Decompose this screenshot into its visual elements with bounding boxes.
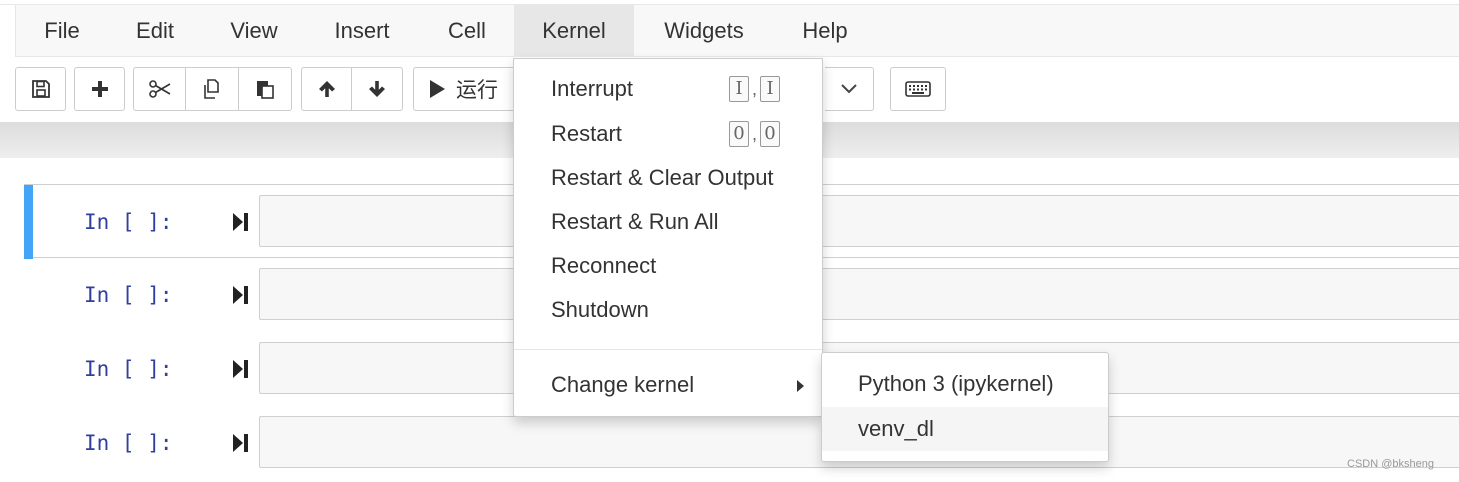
play-icon bbox=[430, 80, 445, 98]
cell-prompt: In [ ]: bbox=[84, 210, 173, 234]
menu-cell[interactable]: Cell bbox=[420, 5, 514, 57]
menu-item-restart[interactable]: Restart 0,0 bbox=[514, 112, 822, 156]
menu-item-label: Restart bbox=[551, 121, 622, 146]
menu-edit[interactable]: Edit bbox=[112, 5, 198, 57]
key-cap: 0 bbox=[729, 121, 749, 147]
code-cell[interactable]: In [ ]: bbox=[24, 406, 1459, 480]
cell-prompt: In [ ]: bbox=[84, 431, 173, 455]
shortcut-separator: , bbox=[752, 124, 758, 144]
menu-item-label: Interrupt bbox=[551, 76, 633, 101]
menu-insert[interactable]: Insert bbox=[312, 5, 412, 57]
add-group bbox=[74, 67, 125, 111]
paste-icon bbox=[257, 81, 274, 99]
shortcut-hint: I,I bbox=[729, 67, 781, 111]
save-button[interactable] bbox=[15, 67, 66, 111]
copy-icon bbox=[204, 79, 219, 99]
run-cell-icon[interactable] bbox=[231, 358, 251, 380]
shortcut-separator: , bbox=[752, 79, 758, 99]
plus-icon bbox=[91, 81, 108, 97]
run-cell-icon[interactable] bbox=[231, 432, 251, 454]
change-kernel-submenu: Python 3 (ipykernel) venv_dl bbox=[821, 352, 1109, 462]
kernel-option-venv-dl[interactable]: venv_dl bbox=[822, 407, 1108, 451]
menu-file[interactable]: File bbox=[18, 5, 106, 57]
move-down-button[interactable] bbox=[352, 67, 403, 111]
caret-right-icon bbox=[797, 380, 804, 392]
menu-item-shutdown[interactable]: Shutdown bbox=[514, 288, 822, 332]
menu-widgets[interactable]: Widgets bbox=[646, 5, 762, 57]
cell-type-dropdown[interactable] bbox=[825, 67, 874, 111]
menu-item-change-kernel[interactable]: Change kernel bbox=[514, 363, 822, 407]
insert-cell-button[interactable] bbox=[74, 67, 125, 111]
paste-button[interactable] bbox=[239, 67, 292, 111]
cell-prompt: In [ ]: bbox=[84, 283, 173, 307]
selected-cell-indicator bbox=[24, 185, 33, 259]
menu-kernel[interactable]: Kernel bbox=[514, 5, 634, 57]
cell-input[interactable] bbox=[259, 268, 1459, 320]
floppy-disk-icon bbox=[31, 80, 50, 98]
keyboard-icon bbox=[905, 81, 931, 97]
menu-item-restart-run-all[interactable]: Restart & Run All bbox=[514, 200, 822, 244]
key-cap: I bbox=[760, 76, 781, 102]
edit-group bbox=[133, 67, 292, 111]
chevron-down-icon bbox=[841, 84, 857, 94]
move-group bbox=[301, 67, 403, 111]
shortcut-hint: 0,0 bbox=[729, 112, 781, 156]
move-up-button[interactable] bbox=[301, 67, 352, 111]
save-group bbox=[15, 67, 66, 111]
key-cap: 0 bbox=[760, 121, 781, 147]
menu-item-reconnect[interactable]: Reconnect bbox=[514, 244, 822, 288]
menubar: File Edit View Insert Cell Kernel Widget… bbox=[15, 4, 1459, 57]
kernel-option-python3[interactable]: Python 3 (ipykernel) bbox=[822, 362, 1108, 406]
run-cell-icon[interactable] bbox=[231, 211, 251, 233]
menu-item-label: Change kernel bbox=[551, 372, 695, 397]
key-cap: I bbox=[729, 76, 749, 102]
menu-divider bbox=[514, 349, 822, 350]
run-label: 运行 bbox=[456, 78, 498, 102]
cell-input[interactable] bbox=[259, 195, 1459, 247]
kernel-dropdown-menu: Interrupt I,I Restart 0,0 Restart & Clea… bbox=[513, 58, 823, 417]
command-palette-button[interactable] bbox=[890, 67, 946, 111]
keyboard-group bbox=[890, 67, 946, 111]
cut-button[interactable] bbox=[133, 67, 186, 111]
cell-prompt: In [ ]: bbox=[84, 357, 173, 381]
cell-type-select[interactable] bbox=[825, 67, 874, 111]
scissors-icon bbox=[148, 80, 170, 98]
arrow-up-icon bbox=[318, 81, 335, 97]
copy-button[interactable] bbox=[186, 67, 239, 111]
run-cell-icon[interactable] bbox=[231, 284, 251, 306]
menu-item-interrupt[interactable]: Interrupt I,I bbox=[514, 67, 822, 111]
arrow-down-icon bbox=[369, 81, 385, 97]
menu-view[interactable]: View bbox=[204, 5, 304, 57]
menu-item-restart-clear-output[interactable]: Restart & Clear Output bbox=[514, 156, 822, 200]
menu-help[interactable]: Help bbox=[786, 5, 864, 57]
watermark: CSDN @bksheng bbox=[1347, 458, 1434, 470]
